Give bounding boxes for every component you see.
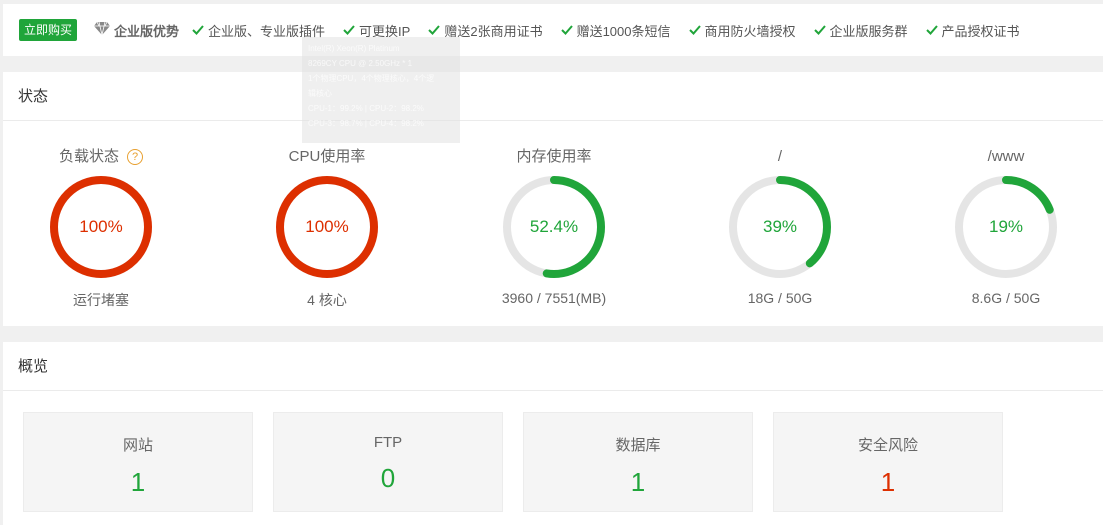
check-icon <box>813 25 826 35</box>
gauge-disk-root[interactable]: / 39% 18G / 50G <box>715 146 845 306</box>
feature-item: 商用防火墙授权 <box>688 21 796 40</box>
help-icon[interactable]: ? <box>127 149 143 165</box>
gauge-cpu[interactable]: CPU使用率 100% 4 核心 <box>262 146 392 310</box>
check-icon <box>343 25 355 35</box>
feature-label: 产品授权证书 <box>941 23 1020 39</box>
card-label: FTP <box>373 434 403 451</box>
check-icon <box>925 25 938 35</box>
overview-card-security-risk[interactable]: 安全风险 1 <box>773 412 1003 512</box>
card-value: 1 <box>880 467 896 497</box>
enterprise-banner: 立即购买 企业版优势 企业版、专业版插件 可更换IP 赠送2张商用证书 赠送10… <box>3 4 1103 56</box>
gauge-value: 100% <box>305 217 349 236</box>
card-label: 网站 <box>122 437 153 454</box>
card-value: 1 <box>130 467 146 497</box>
overview-panel-title: 概览 <box>3 342 1103 391</box>
check-icon <box>428 25 441 35</box>
feature-label: 企业版服务群 <box>829 23 908 39</box>
gauge-ring: 100% <box>272 172 382 282</box>
gauge-subtitle: 3960 / 7551(MB) <box>501 290 607 306</box>
gauge-value: 39% <box>762 217 798 236</box>
gauge-value: 19% <box>988 217 1024 236</box>
gauge-subtitle: 18G / 50G <box>747 290 813 306</box>
gauge-title: 内存使用率 <box>516 148 592 165</box>
gauge-subtitle: 8.6G / 50G <box>971 290 1041 306</box>
card-value: 1 <box>630 467 646 497</box>
feature-item: 企业版服务群 <box>813 21 908 40</box>
tooltip-line: 1个物理CPU，4个物理核心，4个逻 <box>308 74 435 83</box>
gauge-title: /www <box>987 148 1025 165</box>
status-panel: 状态 负载状态 ? 100% 运行堵塞 CPU使用率 100% 4 核心 内存使… <box>3 72 1103 326</box>
gauge-ring: 39% <box>725 172 835 282</box>
overview-card-database[interactable]: 数据库 1 <box>523 412 753 512</box>
gauge-ring: 100% <box>46 172 156 282</box>
feature-item: 产品授权证书 <box>925 21 1020 40</box>
overview-panel: 概览 网站 1 FTP 0 数据库 1 安全风险 1 <box>3 342 1103 525</box>
card-label: 安全风险 <box>857 437 918 454</box>
card-value: 0 <box>380 463 396 493</box>
card-label: 数据库 <box>615 437 661 454</box>
overview-card-website[interactable]: 网站 1 <box>23 412 253 512</box>
gauge-title: 负载状态 ? <box>36 146 166 168</box>
overview-card-ftp[interactable]: FTP 0 <box>273 412 503 512</box>
tooltip-line: CPU-3：98.7% | CPU-4：98.2% <box>308 119 424 128</box>
check-icon <box>688 25 701 35</box>
diamond-icon <box>94 21 114 38</box>
check-icon <box>560 25 573 35</box>
gauge-subtitle: 运行堵塞 <box>73 292 129 308</box>
gauge-ring: 19% <box>951 172 1061 282</box>
gauge-title: / <box>777 148 783 165</box>
advantage-title-text: 企业版优势 <box>114 23 180 39</box>
gauge-ring: 52.4% <box>499 172 609 282</box>
buy-now-button[interactable]: 立即购买 <box>19 19 78 41</box>
status-panel-title: 状态 <box>3 72 1103 121</box>
feature-label: 赠送1000条短信 <box>576 23 671 39</box>
enterprise-advantage-title: 企业版优势 <box>94 21 179 40</box>
tooltip-line: CPU-1：99.2% | CPU-2：98.2% <box>308 104 424 113</box>
gauge-title: CPU使用率 <box>288 148 366 165</box>
gauge-subtitle: 4 核心 <box>307 292 347 308</box>
gauge-value: 52.4% <box>529 217 579 236</box>
gauge-title-text: 负载状态 <box>58 148 119 165</box>
gauge-load[interactable]: 负载状态 ? 100% 运行堵塞 <box>36 146 166 310</box>
tooltip-line: Intel(R) Xeon(R) Platinum <box>308 44 400 53</box>
check-icon <box>192 25 204 35</box>
tooltip-line: 8269CY CPU @ 2.50GHz * 1 <box>308 59 413 68</box>
gauge-memory[interactable]: 内存使用率 52.4% 3960 / 7551(MB) <box>489 146 619 306</box>
gauge-value: 100% <box>79 217 123 236</box>
feature-label: 商用防火墙授权 <box>704 23 796 39</box>
gauge-disk-www[interactable]: /www 19% 8.6G / 50G <box>941 146 1071 306</box>
cpu-info-tooltip: Intel(R) Xeon(R) Platinum 8269CY CPU @ 2… <box>302 37 460 143</box>
tooltip-line: 辑核心 <box>308 89 332 98</box>
feature-item: 赠送1000条短信 <box>560 21 671 40</box>
